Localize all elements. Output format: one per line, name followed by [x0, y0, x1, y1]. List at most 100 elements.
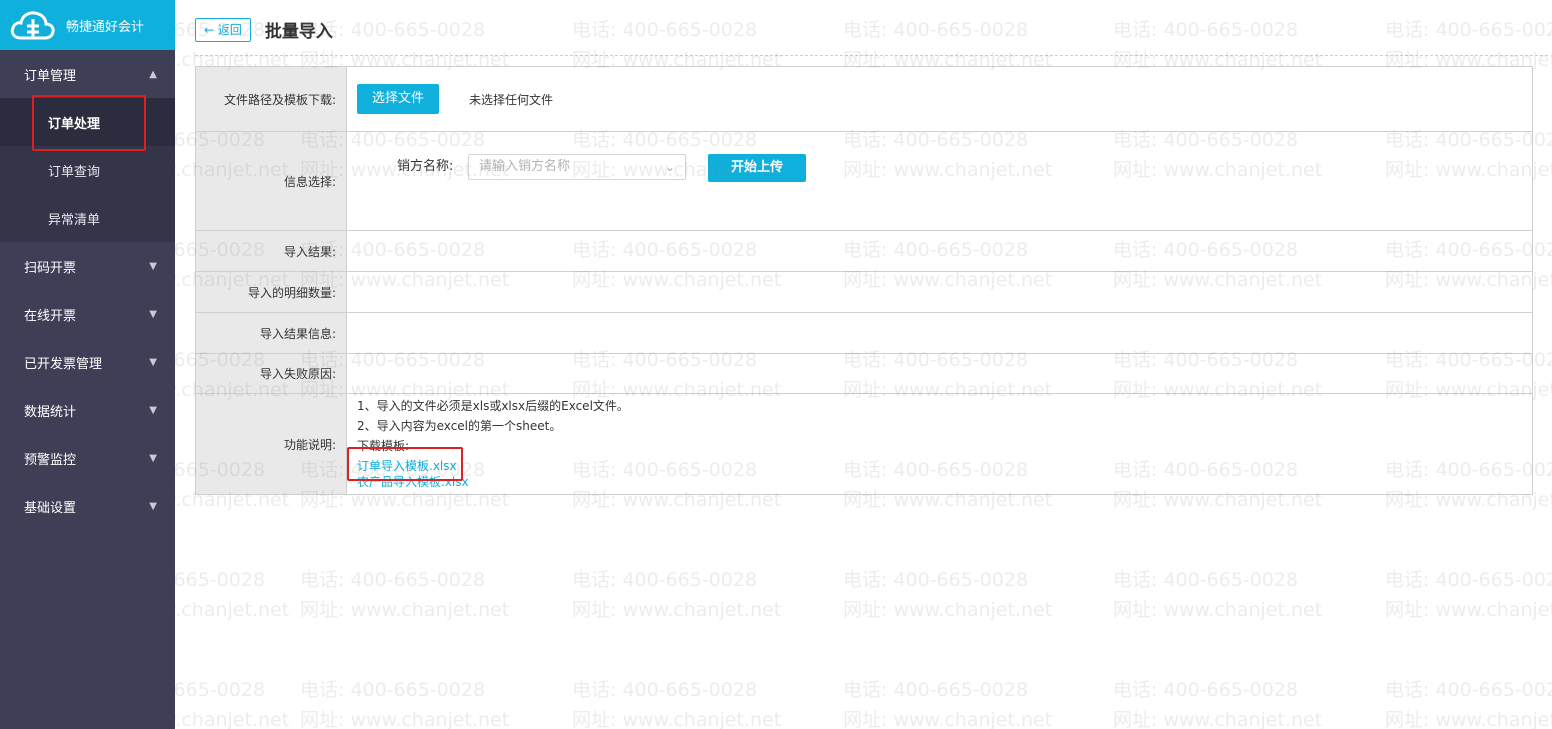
- chevron-down-icon: ▼: [149, 404, 157, 416]
- brand-header[interactable]: 畅捷通好会计: [0, 0, 175, 50]
- chevron-down-icon: ▼: [149, 356, 157, 368]
- watermark-website: 网址: www.chanjet.net: [175, 709, 290, 729]
- page-title: 批量导入: [264, 22, 333, 42]
- watermark-text: 电话: 400-665-0028 网址: www.chanjet.net: [175, 565, 289, 625]
- sidebar-item-label: 异常清单: [48, 212, 101, 228]
- cloud-logo-icon: [8, 8, 56, 42]
- arrow-left-icon: ←: [204, 22, 215, 37]
- download-template-label: 下载模板:: [357, 439, 410, 453]
- watermark-phone: 电话: 400-665-0028: [1385, 569, 1552, 591]
- sidebar-group-scan-invoice[interactable]: 扫码开票 ▼: [0, 242, 175, 290]
- info-row-value: 销方名称: 请输入销方名称 ⌄ 开始上传: [347, 132, 1532, 230]
- result-info-value: [347, 313, 1532, 353]
- sidebar-group-statistics[interactable]: 数据统计 ▼: [0, 386, 175, 434]
- detail-count-row: 导入的明细数量:: [196, 272, 1532, 313]
- sidebar-item-exception-list[interactable]: 异常清单: [0, 194, 175, 242]
- watermark-text: 电话: 400-665-0028 网址: www.chanjet.net: [1385, 675, 1552, 729]
- watermark-website: 网址: www.chanjet.net: [572, 709, 782, 729]
- file-path-label: 文件路径及模板下载:: [196, 67, 347, 131]
- watermark-text: 电话: 400-665-0028 网址: www.chanjet.net: [843, 675, 1052, 729]
- watermark-website: 网址: www.chanjet.net: [300, 599, 510, 621]
- sidebar-group-issued-invoices[interactable]: 已开发票管理 ▼: [0, 338, 175, 386]
- description-content: 1、导入的文件必须是xls或xlsx后缀的Excel文件。 2、导入内容为exc…: [347, 394, 1532, 494]
- sidebar-group-label: 数据统计: [24, 404, 77, 420]
- description-row: 功能说明: 1、导入的文件必须是xls或xlsx后缀的Excel文件。 2、导入…: [196, 394, 1532, 495]
- detail-count-label: 导入的明细数量:: [196, 272, 347, 312]
- result-info-row: 导入结果信息:: [196, 313, 1532, 354]
- order-template-link[interactable]: 订单导入模板.xlsx: [357, 456, 1532, 476]
- seller-name-label: 销方名称:: [397, 159, 454, 174]
- watermark-text: 电话: 400-665-0028 网址: www.chanjet.net: [300, 565, 509, 625]
- fail-reason-row: 导入失败原因:: [196, 354, 1532, 394]
- watermark-text: 电话: 400-665-0028 网址: www.chanjet.net: [1385, 565, 1552, 625]
- detail-count-value: [347, 272, 1532, 312]
- sidebar-item-label: 订单处理: [48, 116, 101, 132]
- sidebar-group-label: 已开发票管理: [24, 356, 103, 372]
- import-form: 文件路径及模板下载: 选择文件 未选择任何文件 信息选择: 销方名称: 请输入销…: [195, 66, 1533, 495]
- file-row-value: 选择文件 未选择任何文件: [347, 67, 1532, 131]
- watermark-phone: 电话: 400-665-0028: [175, 679, 266, 701]
- seller-placeholder: 请输入销方名称: [479, 159, 571, 174]
- watermark-text: 电话: 400-665-0028 网址: www.chanjet.net: [572, 675, 781, 729]
- watermark-phone: 电话: 400-665-0028: [572, 19, 758, 41]
- chevron-down-icon: ▼: [149, 452, 157, 464]
- watermark-phone: 电话: 400-665-0028: [300, 569, 486, 591]
- watermark-text: 电话: 400-665-0028 网址: www.chanjet.net: [175, 675, 289, 729]
- main-content: ← 返回 批量导入 文件路径及模板下载: 选择文件 未选择任何文件 信息选择: …: [175, 0, 1552, 729]
- sidebar-group-label: 订单管理: [24, 68, 77, 84]
- watermark-phone: 电话: 400-665-0028: [1113, 569, 1299, 591]
- watermark-text: 电话: 400-665-0028 网址: www.chanjet.net: [300, 675, 509, 729]
- watermark-text: 电话: 400-665-0028 网址: www.chanjet.net: [843, 565, 1052, 625]
- back-button-label: 返回: [217, 22, 242, 37]
- watermark-website: 网址: www.chanjet.net: [175, 599, 290, 621]
- sidebar-group-alert-monitor[interactable]: 预警监控 ▼: [0, 434, 175, 482]
- watermark-phone: 电话: 400-665-0028: [572, 569, 758, 591]
- sidebar-group-order-management[interactable]: 订单管理 ▲: [0, 50, 175, 98]
- fail-reason-label: 导入失败原因:: [196, 354, 347, 393]
- sidebar-group-label: 预警监控: [24, 452, 77, 468]
- watermark-website: 网址: www.chanjet.net: [843, 599, 1053, 621]
- watermark-phone: 电话: 400-665-0028: [1385, 19, 1552, 41]
- info-row: 信息选择: 销方名称: 请输入销方名称 ⌄ 开始上传: [196, 132, 1532, 231]
- watermark-phone: 电话: 400-665-0028: [1113, 19, 1299, 41]
- watermark-website: 网址: www.chanjet.net: [1113, 709, 1323, 729]
- product-template-link[interactable]: 农产品导入模板.xlsx: [357, 476, 1532, 488]
- result-info-label: 导入结果信息:: [196, 313, 347, 353]
- watermark-text: 电话: 400-665-0028 网址: www.chanjet.net: [572, 565, 781, 625]
- watermark-text: 电话: 400-665-0028 网址: www.chanjet.net: [1113, 565, 1322, 625]
- watermark-website: 网址: www.chanjet.net: [843, 709, 1053, 729]
- watermark-website: 网址: www.chanjet.net: [1385, 709, 1552, 729]
- watermark-phone: 电话: 400-665-0028: [1385, 679, 1552, 701]
- description-line: 1、导入的文件必须是xls或xlsx后缀的Excel文件。: [357, 399, 629, 413]
- watermark-website: 网址: www.chanjet.net: [1385, 599, 1552, 621]
- watermark-phone: 电话: 400-665-0028: [843, 19, 1029, 41]
- sidebar: 畅捷通好会计 订单管理 ▲ 订单处理 订单查询 异常清单 扫码开票 ▼ 在线开票…: [0, 0, 175, 729]
- watermark-website: 网址: www.chanjet.net: [1113, 599, 1323, 621]
- sidebar-group-label: 扫码开票: [24, 260, 77, 276]
- watermark-phone: 电话: 400-665-0028: [300, 679, 486, 701]
- description-label: 功能说明:: [196, 394, 347, 494]
- chevron-down-icon: ▼: [149, 260, 157, 272]
- sidebar-group-basic-settings[interactable]: 基础设置 ▼: [0, 482, 175, 530]
- back-button[interactable]: ← 返回: [195, 17, 251, 42]
- page-header: ← 返回 批量导入: [195, 17, 333, 42]
- sidebar-group-online-invoice[interactable]: 在线开票 ▼: [0, 290, 175, 338]
- choose-file-button[interactable]: 选择文件: [357, 84, 439, 114]
- watermark-phone: 电话: 400-665-0028: [175, 569, 266, 591]
- start-upload-button[interactable]: 开始上传: [708, 154, 806, 182]
- result-row: 导入结果:: [196, 231, 1532, 272]
- watermark-website: 网址: www.chanjet.net: [300, 709, 510, 729]
- watermark-text: 电话: 400-665-0028 网址: www.chanjet.net: [1113, 675, 1322, 729]
- sidebar-item-order-processing[interactable]: 订单处理: [0, 98, 175, 146]
- sidebar-item-label: 订单查询: [48, 164, 101, 180]
- info-select-label: 信息选择:: [196, 132, 347, 230]
- sidebar-group-label: 在线开票: [24, 308, 77, 324]
- sidebar-item-order-query[interactable]: 订单查询: [0, 146, 175, 194]
- seller-name-select[interactable]: 请输入销方名称 ⌄: [468, 154, 686, 180]
- chevron-up-icon: ▲: [149, 68, 157, 80]
- watermark-phone: 电话: 400-665-0028: [843, 569, 1029, 591]
- import-result-value: [347, 231, 1532, 271]
- brand-name: 畅捷通好会计: [66, 19, 145, 35]
- sidebar-group-label: 基础设置: [24, 500, 77, 516]
- file-row: 文件路径及模板下载: 选择文件 未选择任何文件: [196, 67, 1532, 132]
